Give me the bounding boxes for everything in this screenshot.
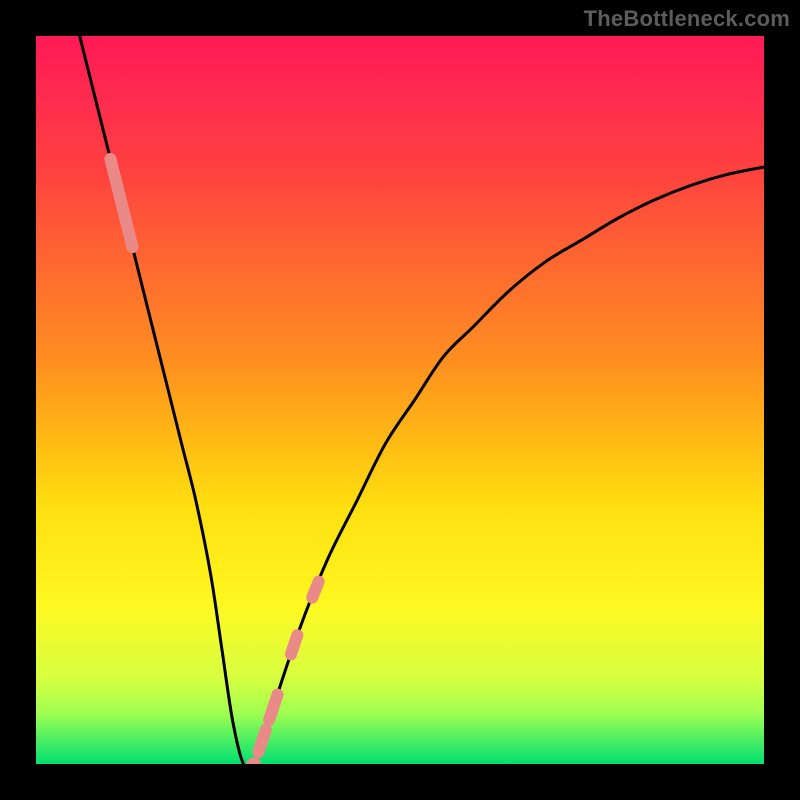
accent-segment [128,229,133,247]
accent-segment [252,763,254,764]
plot-area [36,36,764,764]
accent-segment [258,730,265,752]
accent-segment [312,582,318,598]
chart-svg [36,36,764,764]
accent-segment [121,202,127,225]
watermark-text: TheBottleneck.com [584,6,790,32]
chart-stage: TheBottleneck.com [0,0,800,800]
bottleneck-curve [80,36,764,764]
accent-segment [291,635,297,654]
accent-segment [269,695,277,720]
accent-segment [110,159,115,179]
